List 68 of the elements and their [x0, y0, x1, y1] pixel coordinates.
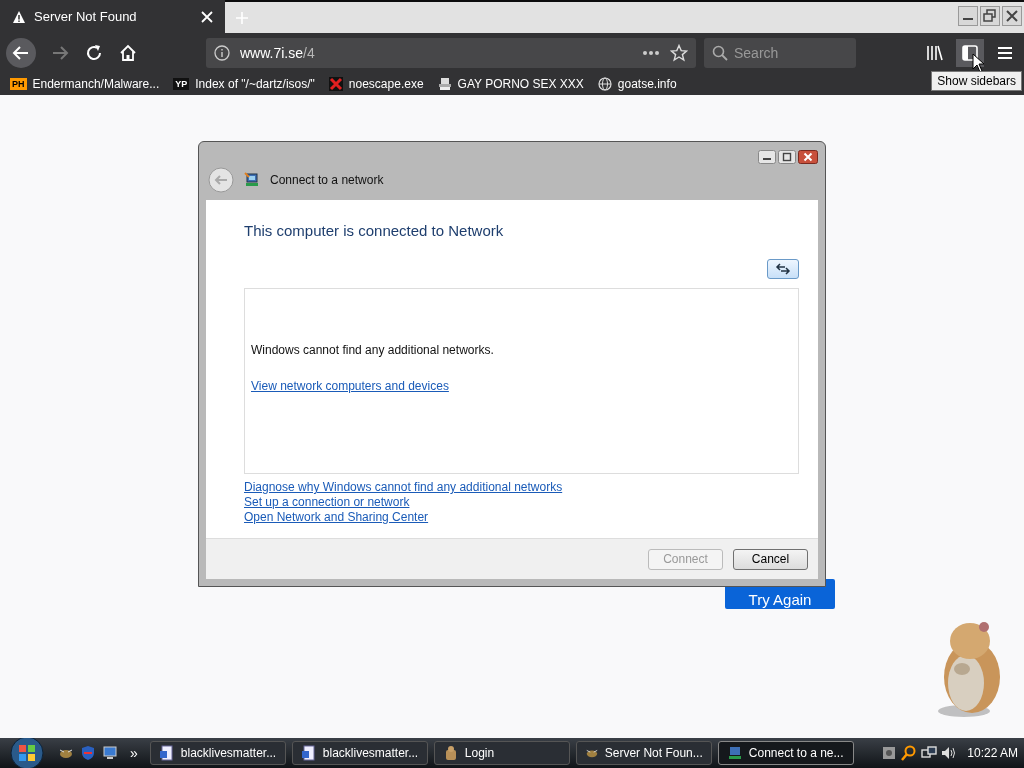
- network-icon: [726, 745, 743, 761]
- bookmark-label: Endermanch/Malware...: [32, 76, 160, 91]
- taskbar-button[interactable]: Server Not Foun...: [575, 741, 712, 765]
- restore-icon[interactable]: [980, 6, 1000, 26]
- window-title: Connect to a network: [270, 173, 384, 187]
- status-message: Windows cannot find any additional networks.: [251, 343, 494, 357]
- taskbar-label: Login: [464, 746, 495, 760]
- refresh-button[interactable]: [767, 259, 799, 279]
- browser-tab[interactable]: Server Not Found: [0, 0, 225, 33]
- taskbar-button[interactable]: blacklivesmatter...: [291, 741, 428, 765]
- globe-icon: [597, 76, 612, 91]
- clock: 10:22 AM: [967, 746, 1018, 760]
- view-devices-link[interactable]: View network computers and devices: [251, 379, 449, 393]
- taskbar-button[interactable]: blacklivesmatter...: [149, 741, 286, 765]
- site-icon: PH: [10, 77, 27, 90]
- network-status-icon[interactable]: [921, 745, 938, 761]
- cross-icon: [328, 76, 343, 91]
- info-icon: [214, 44, 230, 61]
- taskbar-button[interactable]: Connect to a ne...: [717, 741, 854, 765]
- url-text: www.7i.se/4: [240, 44, 316, 61]
- task-link[interactable]: Diagnose why Windows cannot find any additional networks: [244, 480, 563, 494]
- document-icon: [158, 745, 175, 761]
- reload-icon[interactable]: [84, 42, 104, 63]
- shield-icon[interactable]: [80, 745, 96, 761]
- volume-icon[interactable]: [941, 745, 958, 761]
- search-icon[interactable]: [901, 745, 918, 761]
- task-link[interactable]: Set up a connection or network: [244, 495, 410, 509]
- taskbar-label: blacklivesmatter...: [180, 746, 277, 760]
- back-icon[interactable]: [6, 37, 36, 68]
- tab-title: Server Not Found: [34, 9, 138, 24]
- cursor-icon: [972, 52, 986, 73]
- tooltip: Show sidebars: [931, 71, 1022, 91]
- close-icon[interactable]: [1002, 6, 1022, 26]
- more-icon[interactable]: [642, 49, 660, 56]
- close-icon[interactable]: [798, 150, 818, 164]
- minimize-icon[interactable]: [758, 150, 776, 164]
- minimize-icon[interactable]: [958, 6, 978, 26]
- tray-app-icon[interactable]: [881, 745, 898, 761]
- document-icon: [300, 745, 317, 761]
- dialog-heading: This computer is connected to Network: [244, 222, 505, 239]
- start-button[interactable]: [10, 736, 44, 768]
- search-icon: [712, 44, 728, 61]
- bookmark-item[interactable]: noescape.exe: [328, 76, 424, 91]
- library-icon[interactable]: [926, 43, 944, 62]
- monitor-icon[interactable]: [102, 745, 118, 761]
- overflow-chevron[interactable]: »: [130, 745, 138, 761]
- bookmark-label: noescape.exe: [348, 76, 424, 91]
- taskbar-button[interactable]: Login: [433, 741, 570, 765]
- warning-icon: [12, 9, 26, 24]
- bookmark-item[interactable]: YP Index of "/~dartz/isos/": [173, 76, 315, 91]
- maximize-icon[interactable]: [778, 150, 796, 164]
- bookmark-item[interactable]: goatse.info: [597, 76, 677, 91]
- site-icon: YP: [173, 77, 190, 90]
- address-bar[interactable]: www.7i.se/4: [206, 37, 696, 68]
- star-icon[interactable]: [670, 43, 688, 62]
- bookmark-label: goatse.info: [617, 76, 677, 91]
- taskbar-label: Server Not Foun...: [604, 746, 703, 760]
- bookmark-item[interactable]: PH Endermanch/Malware...: [10, 76, 160, 91]
- home-icon[interactable]: [118, 42, 138, 63]
- network-icon: [244, 172, 260, 188]
- cancel-button[interactable]: Cancel: [733, 548, 808, 570]
- taskbar-label: Connect to a ne...: [748, 746, 844, 760]
- task-link[interactable]: Open Network and Sharing Center: [244, 510, 429, 524]
- search-field[interactable]: Search: [704, 37, 856, 68]
- taskbar-label: blacklivesmatter...: [322, 746, 419, 760]
- refresh-icon: [775, 263, 791, 275]
- bookmark-label: Index of "/~dartz/isos/": [195, 76, 315, 91]
- sidebar-icon[interactable]: [961, 43, 979, 62]
